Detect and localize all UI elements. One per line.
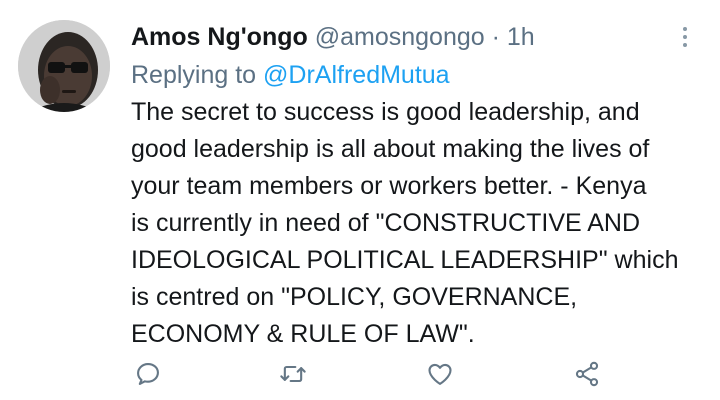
action-bar — [0, 357, 720, 391]
retweet-icon — [280, 365, 306, 383]
author-name[interactable]: Amos Ng'ongo — [131, 23, 308, 51]
avatar-image — [18, 20, 110, 112]
tweet[interactable]: Amos Ng'ongo @amosngongo · 1h Replying t… — [0, 0, 720, 400]
tweet-text: The secret to success is good leadership… — [131, 94, 711, 353]
replying-to-user-link[interactable]: @DrAlfredMutua — [263, 61, 450, 89]
share-button[interactable] — [570, 357, 604, 391]
tweet-text-line: The secret to success is good leadership… — [131, 98, 640, 126]
tweet-text-line: ECONOMY & RULE OF LAW". — [131, 320, 475, 348]
avatar[interactable] — [18, 20, 110, 112]
timestamp[interactable]: 1h — [507, 23, 535, 51]
replying-to: Replying to @DrAlfredMutua — [131, 60, 450, 90]
tweet-text-line: is currently in need of "CONSTRUCTIVE AN… — [131, 209, 641, 237]
tweet-text-line: IDEOLOGICAL POLITICAL LEADERSHIP" which — [131, 246, 679, 274]
separator: · — [491, 23, 500, 51]
more-vertical-icon[interactable] — [674, 22, 696, 52]
tweet-text-line: good leadership is all about making the … — [131, 135, 650, 163]
retweet-button[interactable] — [276, 357, 310, 391]
share-icon — [575, 361, 599, 387]
tweet-text-line: your team members or workers better. - K… — [131, 172, 647, 200]
reply-button[interactable] — [131, 357, 165, 391]
reply-icon — [137, 363, 159, 385]
tweet-text-line: is centred on "POLICY, GOVERNANCE, — [131, 283, 578, 311]
heart-icon — [428, 363, 452, 385]
like-button[interactable] — [423, 357, 457, 391]
author-handle[interactable]: @amosngongo — [315, 23, 485, 51]
replying-to-label: Replying to — [131, 61, 257, 89]
tweet-header: Amos Ng'ongo @amosngongo · 1h — [131, 22, 535, 52]
